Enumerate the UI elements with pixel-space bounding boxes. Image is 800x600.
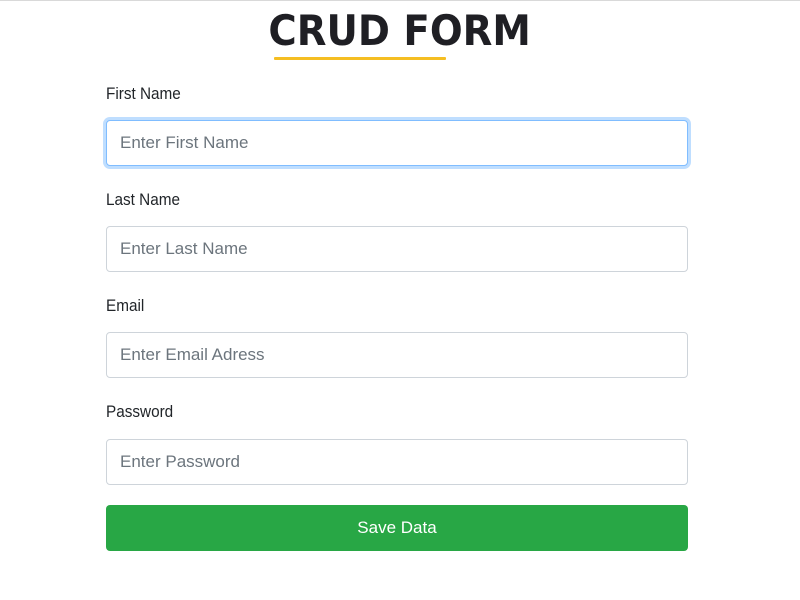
- password-input[interactable]: [106, 439, 688, 485]
- header: CRUD FORM: [0, 6, 800, 56]
- first-name-label: First Name: [106, 84, 181, 103]
- last-name-label: Last Name: [106, 190, 180, 209]
- save-data-button[interactable]: Save Data: [106, 505, 688, 551]
- last-name-input[interactable]: [106, 226, 688, 272]
- page-title: CRUD FORM: [268, 6, 532, 55]
- title-underline: [274, 57, 446, 60]
- first-name-input[interactable]: [106, 120, 688, 166]
- email-input[interactable]: [106, 332, 688, 378]
- email-label: Email: [106, 296, 145, 315]
- password-label: Password: [106, 402, 174, 421]
- top-divider: [0, 0, 800, 1]
